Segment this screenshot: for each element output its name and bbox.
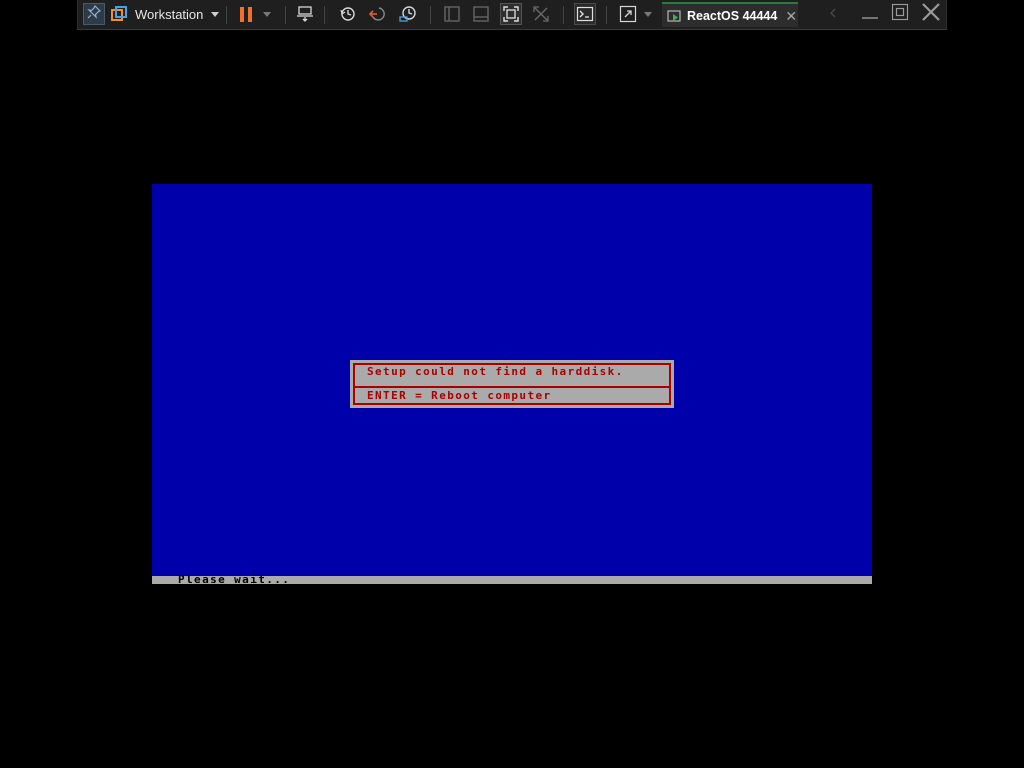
power-options-dropdown[interactable] [261, 3, 273, 25]
send-ctrl-alt-del-button[interactable] [294, 3, 316, 25]
snapshot-icon [339, 5, 357, 23]
send-ctrl-alt-del-icon [296, 5, 314, 23]
pause-button[interactable] [234, 3, 258, 25]
thumbnail-view-button[interactable] [470, 3, 492, 25]
snapshot-manager-icon [399, 5, 417, 23]
chevron-down-icon [263, 11, 271, 17]
vmware-toolbar: Workstation ReactOS 44444 ✕ [77, 0, 947, 30]
pin-toolbar-button[interactable] [83, 3, 105, 25]
thumbnail-view-icon [472, 5, 490, 23]
close-icon[interactable]: ✕ [785, 9, 797, 23]
pin-icon [87, 4, 102, 24]
vm-running-icon [667, 8, 683, 24]
status-bar: Please wait... [152, 573, 872, 586]
toolbar-separator [285, 6, 286, 24]
minimize-icon [861, 3, 879, 26]
error-message: Setup could not find a harddisk. [367, 365, 624, 378]
toolbar-separator [563, 6, 564, 24]
stretch-options-dropdown[interactable] [642, 3, 654, 25]
revert-snapshot-button[interactable] [367, 3, 389, 25]
toolbar-separator [430, 6, 431, 24]
toolbar-separator [226, 6, 227, 24]
tab-scroll-left-button[interactable] [826, 3, 840, 25]
dialog-divider [353, 386, 671, 388]
chevron-down-icon [211, 11, 220, 17]
terminal-button[interactable] [574, 3, 596, 25]
reboot-hint: ENTER = Reboot computer [367, 389, 552, 402]
restore-icon [891, 3, 909, 26]
error-dialog: Setup could not find a harddisk. ENTER =… [350, 360, 674, 408]
console-view-icon [443, 5, 461, 23]
revert-snapshot-icon [369, 5, 387, 23]
stretch-icon [619, 5, 637, 23]
minimize-button[interactable] [860, 3, 880, 25]
vm-tab-label: ReactOS 44444 [687, 8, 778, 23]
chevron-down-icon [644, 11, 652, 17]
vmware-logo-icon [111, 6, 127, 22]
close-window-button[interactable] [920, 2, 942, 27]
pause-icon [238, 6, 254, 22]
unity-button[interactable] [530, 3, 552, 25]
toolbar-separator [324, 6, 325, 24]
workstation-menu[interactable]: Workstation [135, 3, 220, 25]
guest-screen[interactable]: Setup could not find a harddisk. ENTER =… [152, 184, 872, 586]
chevron-left-icon [829, 5, 837, 23]
vm-tab[interactable]: ReactOS 44444 ✕ [662, 2, 798, 27]
full-screen-button[interactable] [500, 3, 522, 25]
full-screen-icon [502, 5, 520, 23]
status-text: Please wait... [178, 573, 291, 586]
close-window-icon [921, 2, 941, 27]
workstation-menu-logo[interactable] [108, 3, 130, 25]
snapshot-manager-button[interactable] [397, 3, 419, 25]
toolbar-separator [606, 6, 607, 24]
restore-button[interactable] [890, 3, 910, 25]
stretch-guest-button[interactable] [617, 3, 639, 25]
take-snapshot-button[interactable] [337, 3, 359, 25]
console-view-button[interactable] [441, 3, 463, 25]
terminal-icon [576, 5, 594, 23]
unity-icon [532, 5, 550, 23]
workstation-menu-label: Workstation [135, 6, 204, 22]
